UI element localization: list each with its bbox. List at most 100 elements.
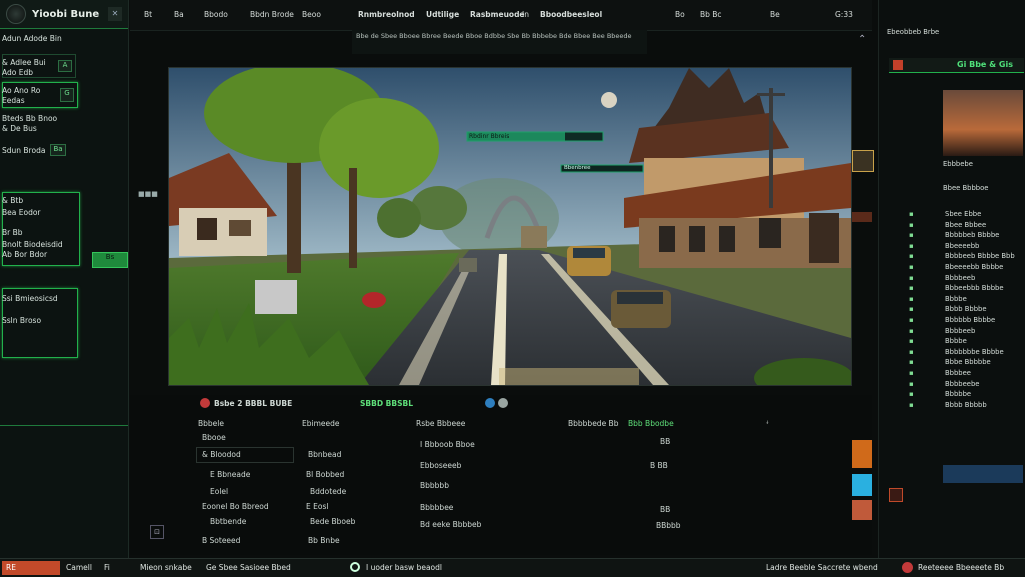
status-item[interactable]: Mieon snkabe xyxy=(140,563,192,572)
list-row[interactable]: Bbbbbeb Bbbbe xyxy=(945,231,999,239)
list-row[interactable]: Bbbbeeb xyxy=(945,327,975,335)
sidebar-chip[interactable]: A xyxy=(58,60,72,72)
list-row-index: ▪ xyxy=(909,220,914,229)
top-menu-item[interactable]: Bt xyxy=(144,10,152,19)
collapse-icon[interactable]: ⌃ xyxy=(858,34,866,45)
list-row[interactable]: Sbee Ebbe xyxy=(945,210,981,218)
list-row[interactable]: Bbbb Bbbbb xyxy=(945,401,987,409)
list-row[interactable]: Bbbbbb Bbbbe xyxy=(945,316,995,324)
sidebar-item[interactable]: Ssi Bmieosicsd xyxy=(2,294,58,303)
list-row[interactable]: Bbeeeebb Bbbbe xyxy=(945,263,1003,271)
top-menu-item[interactable]: Rasbmeuode xyxy=(470,10,525,19)
value-cell: BB xyxy=(660,505,671,514)
mid-row[interactable]: Bl Bobbed xyxy=(306,470,344,479)
side-tool-icon[interactable] xyxy=(852,474,872,496)
side-tool-icon[interactable] xyxy=(852,212,872,222)
sidebar-item[interactable]: Bea Eodor xyxy=(2,208,41,217)
game-viewport[interactable]: Rbdinr Bbreis Bbenbree xyxy=(168,67,852,386)
close-icon[interactable]: ✕ xyxy=(108,7,122,21)
alert-icon[interactable] xyxy=(889,488,903,502)
top-menu-item[interactable]: Bboodbeesleol xyxy=(540,10,602,19)
left-row[interactable]: Eoonel Bo Bbreod xyxy=(202,502,269,511)
status-item[interactable]: Camell xyxy=(66,563,92,572)
col3-row[interactable]: Bd eeke Bbbbeb xyxy=(420,520,481,529)
col3-row[interactable]: Bbbbbb xyxy=(420,481,449,490)
status-right-item[interactable]: Reeteeee Bbeeeete Bb xyxy=(918,563,1004,572)
mid-row[interactable]: Bbnbead xyxy=(308,450,341,459)
sidebar-item[interactable]: & Btb xyxy=(2,196,23,205)
top-menu-item[interactable]: Bbodo xyxy=(204,10,228,19)
mid-row[interactable]: Bddotede xyxy=(310,487,346,496)
side-tool-icon[interactable] xyxy=(852,500,872,520)
status-item[interactable]: Fi xyxy=(104,563,110,572)
top-menu-item[interactable]: Ba xyxy=(174,10,184,19)
status-item[interactable]: RE xyxy=(6,563,16,572)
thumbnail-image[interactable] xyxy=(943,90,1023,156)
sidebar-item[interactable]: Eedas xyxy=(2,96,25,105)
right-panel: Ebeobbeb Brbe Gi Bbe & Gis Ebbbebe Bbee … xyxy=(878,0,1025,560)
side-tool-icon[interactable] xyxy=(852,150,874,172)
status-item[interactable]: I uoder basw beaodl xyxy=(366,563,442,572)
top-status-item[interactable]: Be xyxy=(770,10,780,19)
top-menu-item[interactable]: Rnmbreolnod xyxy=(358,10,415,19)
list-row[interactable]: Bbbbeeb Bbbbe Bbb xyxy=(945,252,1015,260)
top-status-item[interactable]: Bo xyxy=(675,10,685,19)
top-menu-item[interactable]: Beoo xyxy=(302,10,321,19)
sidebar-item[interactable]: & De Bus xyxy=(2,124,37,133)
left-sidebar: Yioobi Bune ✕ Adun Adode Bin & Adlee Bui… xyxy=(0,0,129,560)
sidebar-item[interactable]: Adun Adode Bin xyxy=(2,34,62,43)
info-panel: Bsbe 2 BBBL BUBE SBBD BBSBL Bbbele Bbooe… xyxy=(130,395,872,555)
list-row[interactable]: Bbbbe xyxy=(945,295,967,303)
top-menu-item[interactable]: Udtilige xyxy=(426,10,459,19)
sidebar-item[interactable]: Ado Edb xyxy=(2,68,33,77)
list-row[interactable]: Bbbbeeb xyxy=(945,274,975,282)
left-row[interactable]: Eolel xyxy=(210,487,228,496)
list-row-index: ▪ xyxy=(909,305,914,314)
left-row[interactable]: Bbtbende xyxy=(210,517,246,526)
notification-icon[interactable] xyxy=(902,562,913,573)
sidebar-item[interactable]: Ab Bor Bdor xyxy=(2,250,47,259)
mid-row[interactable]: Bb Bnbe xyxy=(308,536,340,545)
side-tool-icon[interactable] xyxy=(852,440,872,468)
left-row[interactable]: & Bloodod xyxy=(202,450,241,459)
left-row[interactable]: E Bbneade xyxy=(210,470,250,479)
sidebar-divider xyxy=(0,425,128,426)
sidebar-item[interactable]: Ssln Broso xyxy=(2,316,41,325)
status-item[interactable]: Ge Sbee Sasioee Bbed xyxy=(206,563,291,572)
list-row[interactable]: Bbbeebbb Bbbbe xyxy=(945,284,1004,292)
mid-row[interactable]: E Eosl xyxy=(306,502,328,511)
list-row[interactable]: Bbbb Bbbbe xyxy=(945,305,987,313)
mid-row[interactable]: Bede Bboeb xyxy=(310,517,355,526)
top-status-item[interactable]: Bb Bc xyxy=(700,10,722,19)
sidebar-item[interactable]: Ao Ano Ro xyxy=(2,86,40,95)
list-row[interactable]: Bbbbbe xyxy=(945,390,971,398)
col3-row[interactable]: I Bbboob Bboe xyxy=(420,440,475,449)
record-icon[interactable] xyxy=(200,398,210,408)
sidebar-item[interactable]: Bnolt Biodeisdid xyxy=(2,240,63,249)
sidebar-item[interactable]: Sdun Broda xyxy=(2,146,45,155)
list-row[interactable]: Bbbbbbbe Bbbbe xyxy=(945,348,1004,356)
status-dot-icon[interactable] xyxy=(485,398,495,408)
column-header: Ebimeede xyxy=(302,419,340,428)
list-row[interactable]: Bbbbe xyxy=(945,337,967,345)
list-row[interactable]: Bbbbee xyxy=(945,369,971,377)
expand-icon[interactable]: ⊡ xyxy=(150,525,164,539)
sidebar-chip[interactable]: Ba xyxy=(50,144,66,156)
list-row[interactable]: Bbbe Bbbbbe xyxy=(945,358,991,366)
sidebar-item[interactable]: Bteds Bb Bnoo xyxy=(2,114,57,123)
sidebar-item[interactable]: & Adlee Bui xyxy=(2,58,46,67)
status-right-item[interactable]: Ladre Beeble Saccrete wbend xyxy=(766,563,878,572)
top-menu-item[interactable]: Bbdn Brode xyxy=(250,10,294,19)
top-menu-item[interactable]: In xyxy=(522,10,529,19)
sidebar-action-button[interactable]: Bs xyxy=(92,252,128,268)
left-row[interactable]: B Soteeed xyxy=(202,536,240,545)
col3-row[interactable]: Bbbbbee xyxy=(420,503,453,512)
list-row[interactable]: Bbbbeebe xyxy=(945,380,979,388)
sidebar-item[interactable]: Br Bb xyxy=(2,228,23,237)
col3-row[interactable]: Ebboseeeb xyxy=(420,461,461,470)
list-row[interactable]: Bbee Bbbee xyxy=(945,221,986,229)
settings-dot-icon[interactable] xyxy=(498,398,508,408)
list-row-index: ▪ xyxy=(909,263,914,271)
sidebar-chip[interactable]: G xyxy=(60,88,74,102)
list-row[interactable]: Bbeeeebb xyxy=(945,242,979,250)
